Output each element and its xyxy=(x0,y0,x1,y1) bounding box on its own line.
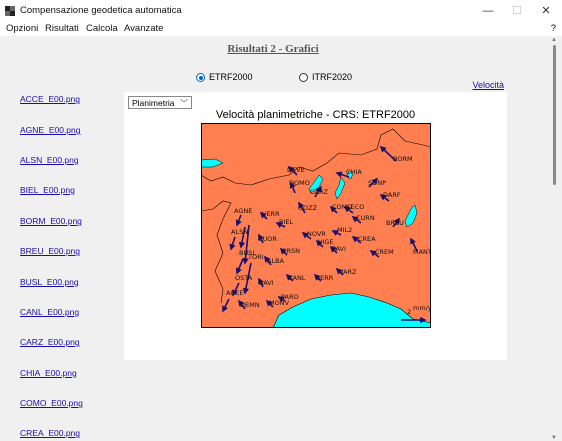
file-link[interactable]: COMO_E00.png xyxy=(20,398,83,408)
scroll-down-icon[interactable]: ▼ xyxy=(551,435,557,441)
station-label: MIL2 xyxy=(337,226,352,234)
help-menu[interactable]: ? xyxy=(551,23,556,34)
station-label: ACCE xyxy=(226,289,244,297)
menu-avanzate[interactable]: Avanzate xyxy=(124,23,163,34)
station-label: PAVI xyxy=(332,245,346,253)
station-label: AGNE xyxy=(234,207,252,215)
station-label: OSTA xyxy=(235,274,253,282)
file-link[interactable]: BUSL_E00.png xyxy=(20,277,79,287)
file-link[interactable]: BORM_E00.png xyxy=(20,216,82,226)
station-label: CREM xyxy=(375,248,394,256)
maximize-button[interactable]: ☐ xyxy=(502,0,532,22)
menu-opzioni[interactable]: Opzioni xyxy=(6,23,38,34)
station-label: CURN xyxy=(356,214,375,222)
menu-calcola[interactable]: Calcola xyxy=(86,23,118,34)
vertical-scrollbar[interactable]: ▲ ▼ xyxy=(548,37,562,441)
station-label: VARZ xyxy=(339,268,357,276)
station-label: NOVR xyxy=(307,230,326,238)
file-link[interactable]: CREA_E00.png xyxy=(20,428,80,438)
station-label: ALSN xyxy=(231,228,248,236)
radio-itrf2020-label: ITRF2020 xyxy=(312,72,353,82)
station-label: TORI xyxy=(247,253,264,261)
station-label: GOZZ xyxy=(298,204,318,212)
station-label: ALBA xyxy=(267,257,285,265)
scale-value: 2 xyxy=(407,308,411,316)
scroll-up-icon[interactable]: ▲ xyxy=(551,37,557,43)
file-link[interactable]: ACCE_E00.png xyxy=(20,94,80,104)
station-label: LECO xyxy=(347,203,364,211)
file-link[interactable]: AGNE_E00.png xyxy=(20,125,80,135)
file-link[interactable]: CHIA_E00.png xyxy=(20,368,77,378)
scale-unit: mm/yr xyxy=(413,304,431,312)
radio-itrf2020[interactable]: ITRF2020 xyxy=(299,72,352,82)
velocity-map: BORMDEVE CHIASONPDOMOCARZ DARFGOZZ COMOLECO… xyxy=(201,123,431,328)
radio-selected-icon xyxy=(196,73,205,82)
station-label: VERR xyxy=(262,210,280,218)
minimize-button[interactable]: — xyxy=(473,0,503,22)
station-label: SERR xyxy=(316,274,334,282)
velocity-link[interactable]: Velocità xyxy=(472,80,504,90)
station-label: MANT xyxy=(413,248,431,256)
file-link[interactable]: ALSN_E00.png xyxy=(20,155,79,165)
station-label: VIGE xyxy=(318,238,334,246)
plot-title: Velocità planimetriche - CRS: ETRF2000 xyxy=(215,109,416,121)
file-link[interactable]: BREU_E00.png xyxy=(20,246,80,256)
station-label: DEMN xyxy=(240,301,260,309)
plot-type-select[interactable]: Planimetria ﹀ xyxy=(128,96,192,109)
station-label: DEVE xyxy=(287,166,305,174)
menu-bar: Opzioni Risultati Calcola Avanzate ? xyxy=(0,22,562,36)
station-label: DARF xyxy=(383,191,401,199)
file-link[interactable]: CARZ_E00.png xyxy=(20,337,80,347)
window-title: Compensazione geodetica automatica xyxy=(20,5,182,16)
station-label: SAVI xyxy=(259,279,274,287)
file-link[interactable]: BIEL_E00.png xyxy=(20,185,75,195)
menu-risultati[interactable]: Risultati xyxy=(45,23,79,34)
station-label: CUOR xyxy=(258,235,277,243)
plot-type-value: Planimetria xyxy=(132,98,175,108)
radio-unselected-icon xyxy=(299,73,308,82)
app-icon xyxy=(5,6,15,16)
station-label: BORM xyxy=(393,155,413,163)
station-label: CANL xyxy=(288,274,306,282)
station-label: CREA xyxy=(358,235,376,243)
page-title: Risultati 2 - Grafici xyxy=(227,43,319,55)
title-bar: Compensazione geodetica automatica — ☐ ✕ xyxy=(0,0,562,23)
station-label: MONV xyxy=(269,299,290,307)
station-label: CARZ xyxy=(310,188,329,196)
station-label: SONP xyxy=(368,179,386,187)
station-label: DOMO xyxy=(289,179,310,187)
station-label: CRSN xyxy=(282,247,300,255)
plot-panel: Planimetria ﹀ Velocità planimetriche - C… xyxy=(124,92,507,360)
radio-etrf2000-label: ETRF2000 xyxy=(209,72,253,82)
scrollbar-thumb[interactable] xyxy=(553,45,556,185)
radio-etrf2000[interactable]: ETRF2000 xyxy=(196,72,253,82)
file-link[interactable]: CANL_E00.png xyxy=(20,307,79,317)
close-button[interactable]: ✕ xyxy=(531,0,561,22)
station-label: BREU xyxy=(386,219,404,227)
station-label: BIEL xyxy=(279,218,293,226)
station-label: CHIA xyxy=(346,168,362,176)
